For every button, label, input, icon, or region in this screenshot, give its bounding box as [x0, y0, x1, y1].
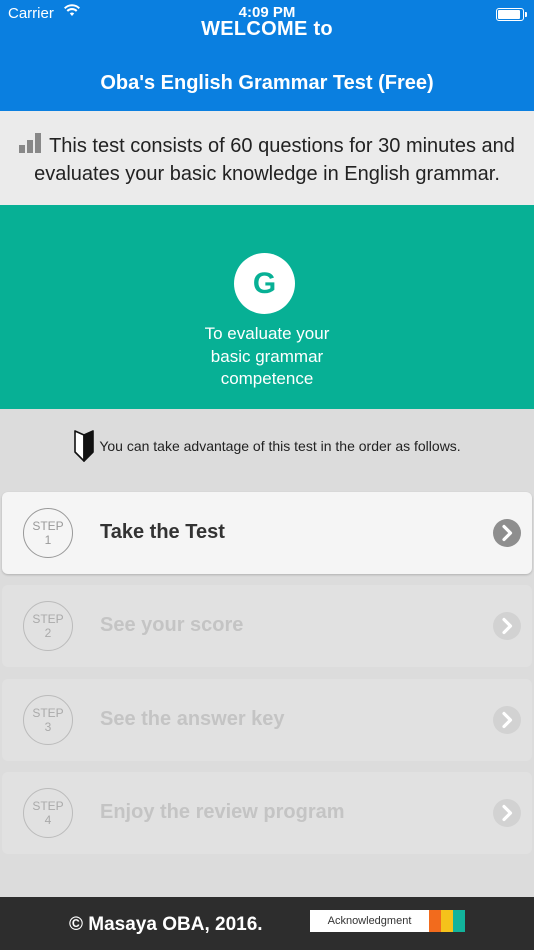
step-label: See the answer key — [100, 708, 285, 730]
step-badge-number: 3 — [44, 720, 52, 734]
chevron-right-icon — [493, 519, 521, 547]
step-badge: STEP 1 — [23, 508, 73, 558]
step-badge: STEP 3 — [23, 695, 73, 745]
hero-banner: G To evaluate your basic grammar compete… — [0, 205, 534, 409]
step-badge-word: STEP — [32, 519, 64, 533]
color-swatch — [453, 910, 465, 932]
step-see-score-button[interactable]: STEP 2 See your score — [2, 585, 532, 667]
step-review-program-button[interactable]: STEP 4 Enjoy the review program — [2, 772, 532, 854]
copyright-text: © Masaya OBA, 2016. — [69, 914, 263, 935]
step-badge: STEP 4 — [23, 788, 73, 838]
chevron-right-icon — [493, 706, 521, 734]
step-take-test-button[interactable]: STEP 1 Take the Test — [2, 492, 532, 574]
step-label: Take the Test — [100, 521, 225, 543]
beginner-leaf-icon — [73, 430, 95, 462]
intro-panel: This test consists of 60 questions for 3… — [0, 111, 534, 205]
app-title: Oba's English Grammar Test (Free) — [100, 72, 434, 94]
acknowledgment-button[interactable]: Acknowledgment — [310, 910, 465, 932]
color-swatch — [441, 910, 453, 932]
step-answer-key-button[interactable]: STEP 3 See the answer key — [2, 679, 532, 761]
hero-line: To evaluate your — [204, 324, 330, 343]
color-swatch — [429, 910, 441, 932]
step-badge-word: STEP — [32, 612, 64, 626]
hero-line: basic grammar — [210, 346, 324, 366]
step-badge-number: 1 — [44, 533, 52, 547]
step-badge: STEP 2 — [23, 601, 73, 651]
intro-text-line2: evaluates your basic knowledge in Englis… — [34, 163, 500, 185]
intro-text-line1: This test consists of 60 questions for 3… — [49, 135, 515, 157]
bar-chart-icon — [19, 133, 43, 153]
step-label: Enjoy the review program — [100, 801, 345, 823]
order-notice: You can take advantage of this test in t… — [0, 430, 534, 462]
hero-line: competence — [220, 369, 314, 388]
step-badge-number: 4 — [44, 813, 52, 827]
step-badge-number: 2 — [44, 626, 52, 640]
header-bar: Carrier 4:09 PM WELCOME to Oba's English… — [0, 0, 534, 111]
acknowledgment-label: Acknowledgment — [310, 910, 429, 932]
chevron-right-icon — [493, 799, 521, 827]
step-badge-word: STEP — [32, 799, 64, 813]
grammar-logo-icon: G — [234, 253, 295, 314]
step-badge-word: STEP — [32, 706, 64, 720]
welcome-heading: WELCOME to — [201, 18, 333, 40]
step-label: See your score — [100, 614, 244, 636]
hero-caption: To evaluate your basic grammar competenc… — [0, 323, 534, 391]
notice-text: You can take advantage of this test in t… — [99, 438, 461, 454]
chevron-right-icon — [493, 612, 521, 640]
